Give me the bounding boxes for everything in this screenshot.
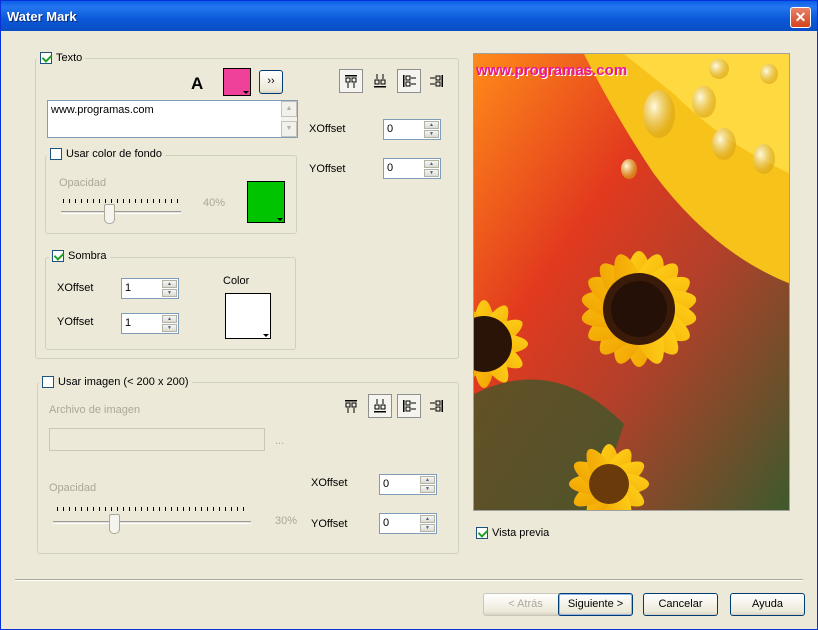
image-xoffset-stepper[interactable]: 0 ▲ ▼ [379, 474, 437, 495]
align-left-button[interactable] [397, 69, 421, 93]
image-opacity-percent: 30% [275, 515, 298, 527]
text-scrollbar[interactable]: ▲ ▼ [281, 101, 297, 137]
image-checkbox[interactable] [42, 376, 54, 388]
align-right-button[interactable] [425, 69, 449, 93]
spin-up-icon[interactable]: ▲ [424, 121, 439, 129]
spin-down-icon[interactable]: ▼ [162, 289, 177, 297]
image-file-label: Archivo de imagen [49, 404, 141, 416]
text-checkbox[interactable] [40, 52, 52, 64]
shadow-xoffset-label: XOffset [57, 282, 94, 294]
image-yoffset-stepper[interactable]: 0 ▲ ▼ [379, 513, 437, 534]
image-align-left-button[interactable] [397, 394, 421, 418]
image-checkbox-label: Usar imagen (< 200 x 200) [58, 376, 189, 388]
browse-button[interactable]: ... [275, 435, 284, 447]
window-title: Water Mark [7, 9, 77, 24]
text-xoffset-stepper[interactable]: 0 ▲ ▼ [383, 119, 441, 140]
spin-down-icon[interactable]: ▼ [424, 130, 439, 138]
text-yoffset-stepper[interactable]: 0 ▲ ▼ [383, 158, 441, 179]
shadow-xoffset-value: 1 [125, 282, 132, 294]
close-icon[interactable]: ✕ [790, 7, 811, 28]
image-yoffset-value: 0 [383, 517, 390, 529]
shadow-yoffset-label: YOffset [57, 316, 94, 328]
spin-down-icon[interactable]: ▼ [162, 324, 177, 332]
shadow-color-label: Color [223, 275, 250, 287]
image-file-input[interactable] [49, 428, 265, 451]
image-align-bottom-button[interactable] [368, 394, 392, 418]
spin-up-icon[interactable]: ▲ [420, 515, 435, 523]
bg-opacity-thumb[interactable] [104, 204, 115, 224]
text-xoffset-label: XOffset [309, 123, 346, 135]
spin-up-icon[interactable]: ▲ [420, 476, 435, 484]
image-xoffset-value: 0 [383, 478, 390, 490]
shadow-yoffset-stepper[interactable]: 1 ▲ ▼ [121, 313, 179, 334]
shadow-color-swatch[interactable] [225, 293, 271, 339]
spin-down-icon[interactable]: ▼ [424, 169, 439, 177]
help-button[interactable]: Ayuda [730, 593, 805, 616]
bg-opacity-track [61, 211, 181, 214]
next-button[interactable]: Siguiente > [558, 593, 633, 616]
preview-checkbox-label: Vista previa [492, 527, 550, 539]
font-icon[interactable]: A [191, 74, 203, 94]
image-opacity-thumb[interactable] [109, 514, 120, 534]
align-top-button[interactable] [339, 69, 363, 93]
shadow-legend: Sombra [49, 250, 110, 262]
spin-up-icon[interactable]: ▲ [162, 280, 177, 288]
title-bar[interactable]: Water Mark ✕ [1, 1, 817, 31]
text-group-legend: Texto [37, 52, 86, 64]
bg-color-legend: Usar color de fondo [47, 148, 165, 160]
text-yoffset-value: 0 [387, 162, 394, 174]
watermark-text-value: www.programas.com [51, 104, 154, 116]
shadow-checkbox[interactable] [52, 250, 64, 262]
text-yoffset-label: YOffset [309, 163, 346, 175]
preview-watermark-text: www.programas.com [475, 62, 627, 79]
separator [15, 579, 803, 581]
image-align-top-button[interactable] [339, 394, 363, 418]
water-mark-dialog: Water Mark ✕ Texto A ›› www.programas.co… [0, 0, 818, 630]
watermark-text-input[interactable]: www.programas.com ▲ ▼ [47, 100, 298, 138]
text-color-swatch[interactable] [223, 68, 251, 96]
shadow-xoffset-stepper[interactable]: 1 ▲ ▼ [121, 278, 179, 299]
more-button[interactable]: ›› [259, 70, 283, 94]
align-bottom-button[interactable] [368, 69, 392, 93]
spin-up-icon[interactable]: ▲ [424, 160, 439, 168]
shadow-yoffset-value: 1 [125, 317, 132, 329]
bg-color-swatch[interactable] [247, 181, 285, 223]
shadow-label: Sombra [68, 250, 107, 262]
spin-down-icon[interactable]: ▼ [420, 524, 435, 532]
sunflower-photo: www.programas.com www.programas.com [474, 54, 789, 510]
scroll-up-icon[interactable]: ▲ [281, 101, 297, 117]
image-opacity-ticks [57, 507, 247, 511]
preview-image: www.programas.com www.programas.com [473, 53, 790, 511]
text-xoffset-value: 0 [387, 123, 394, 135]
image-opacity-track [53, 521, 251, 524]
image-yoffset-label: YOffset [311, 518, 348, 530]
cancel-button[interactable]: Cancelar [643, 593, 718, 616]
back-button[interactable]: < Atrás [483, 593, 568, 616]
image-xoffset-label: XOffset [311, 477, 348, 489]
spin-up-icon[interactable]: ▲ [162, 315, 177, 323]
bg-opacity-ticks [63, 199, 179, 203]
bg-opacity-percent: 40% [203, 197, 226, 209]
spin-down-icon[interactable]: ▼ [420, 485, 435, 493]
preview-toggle: Vista previa [473, 527, 553, 539]
image-opacity-label: Opacidad [49, 482, 97, 494]
bg-color-label: Usar color de fondo [66, 148, 162, 160]
bg-color-checkbox[interactable] [50, 148, 62, 160]
scroll-down-icon[interactable]: ▼ [281, 121, 297, 137]
text-checkbox-label: Texto [56, 52, 83, 64]
image-group-legend: Usar imagen (< 200 x 200) [39, 376, 192, 388]
preview-checkbox[interactable] [476, 527, 488, 539]
bg-opacity-label: Opacidad [59, 177, 107, 189]
image-align-right-button[interactable] [425, 394, 449, 418]
